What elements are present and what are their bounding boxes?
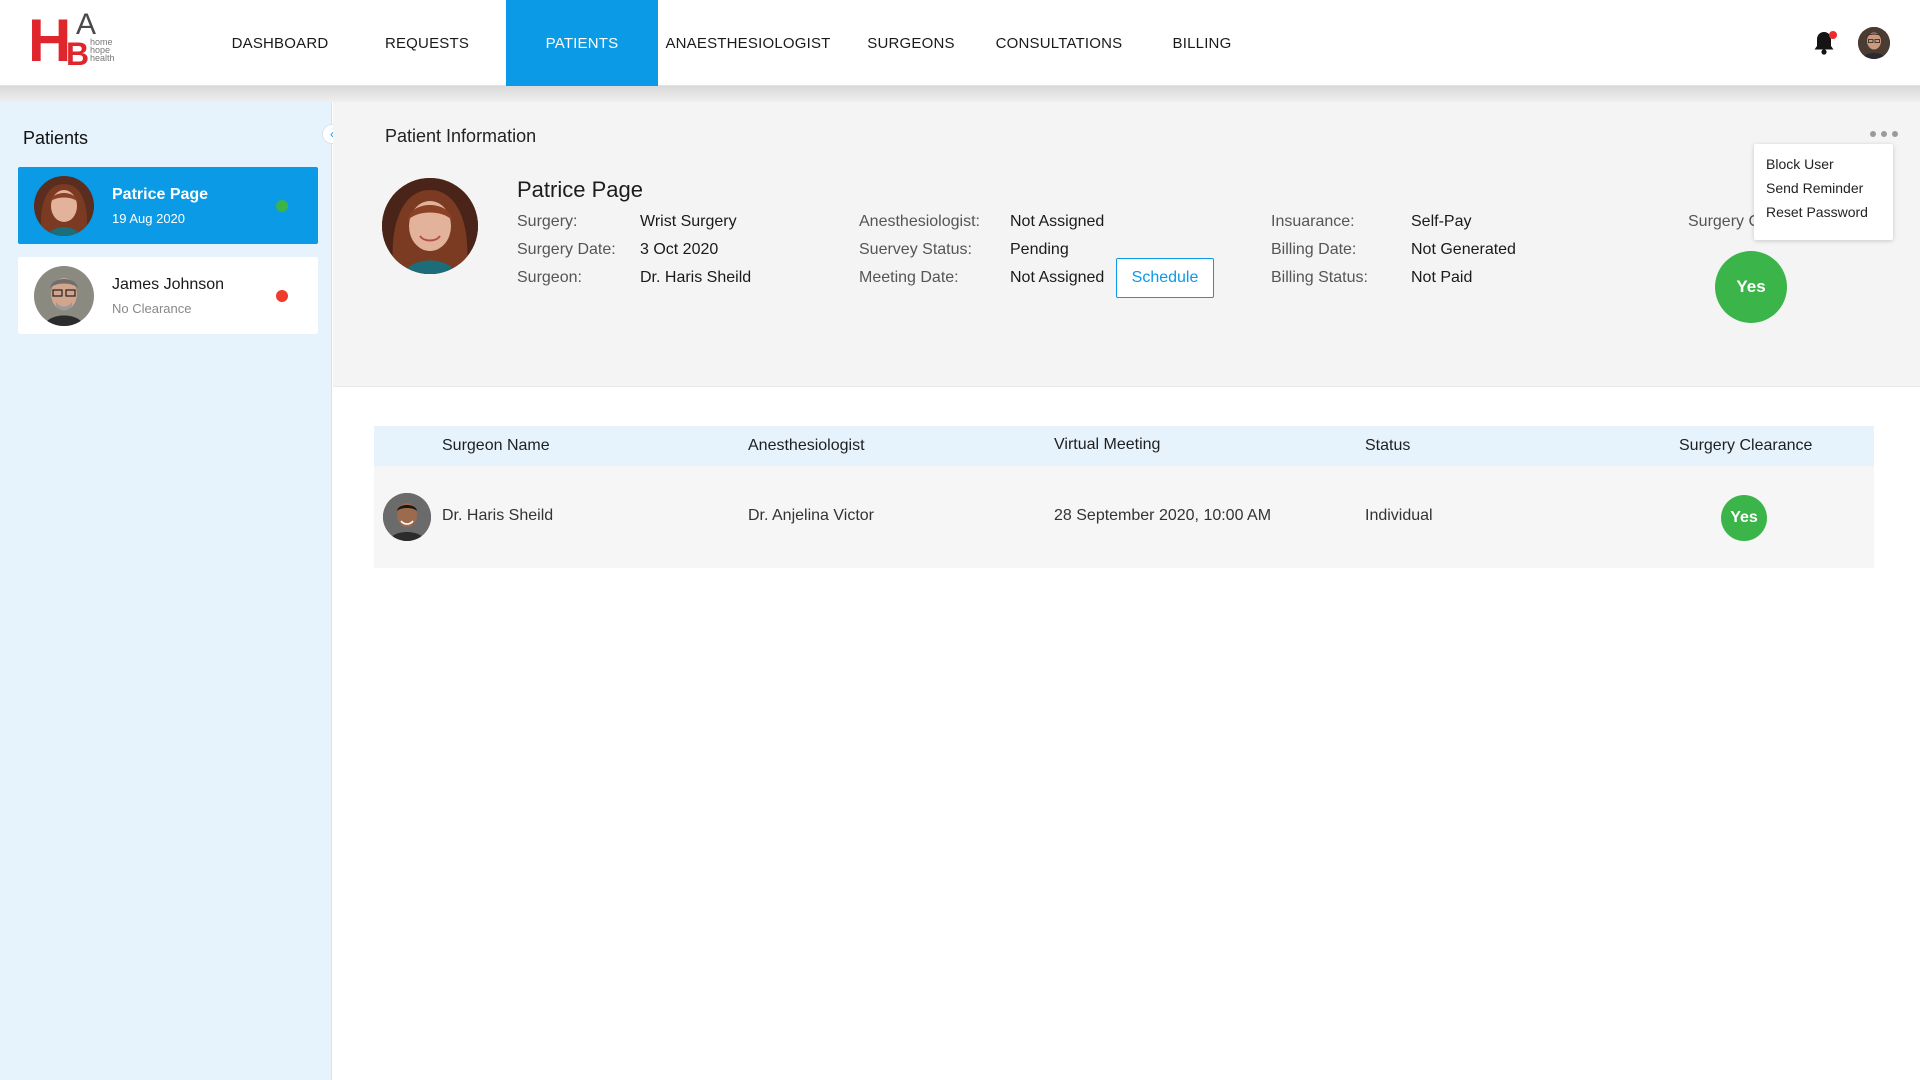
column-header-anesthesiologist[interactable]: Anesthesiologist bbox=[748, 437, 865, 455]
nav-consultations[interactable]: CONSULTATIONS bbox=[988, 0, 1130, 86]
menu-item-reset-password[interactable]: Reset Password bbox=[1766, 204, 1868, 220]
sidebar-title: Patients bbox=[23, 128, 89, 148]
nav-anaesthesiologist[interactable]: ANAESTHESIOLOGIST bbox=[664, 0, 832, 86]
menu-item-block-user[interactable]: Block User bbox=[1766, 156, 1834, 172]
column-header-status[interactable]: Status bbox=[1365, 437, 1410, 455]
insurance-label: Insuarance: bbox=[1271, 213, 1355, 230]
surgeon-label: Surgeon: bbox=[517, 269, 582, 286]
menu-item-send-reminder[interactable]: Send Reminder bbox=[1766, 180, 1863, 196]
surgeon-value: Dr. Haris Sheild bbox=[640, 269, 752, 286]
status-dot bbox=[276, 200, 288, 212]
patient-name: Patrice Page bbox=[112, 186, 209, 203]
nav-dashboard[interactable]: DASHBOARD bbox=[215, 0, 345, 86]
patient-card-patrice-page[interactable]: Patrice Page 19 Aug 2020 bbox=[18, 167, 318, 244]
status-dot bbox=[276, 290, 288, 302]
anesthesiologist-value: Not Assigned bbox=[1010, 213, 1105, 230]
patient-avatar bbox=[34, 176, 94, 236]
patient-subtitle: 19 Aug 2020 bbox=[112, 211, 186, 226]
insurance-value: Self-Pay bbox=[1411, 213, 1472, 230]
section-title: Patient Information bbox=[385, 126, 537, 146]
nav-surgeons[interactable]: SURGEONS bbox=[858, 0, 964, 86]
actions-menu: Block User Send Reminder Reset Password bbox=[1754, 144, 1893, 240]
anesthesiologist-label: Anesthesiologist: bbox=[859, 213, 980, 230]
patients-sidebar: Patients Patrice Page 19 Aug 2020 James … bbox=[0, 102, 332, 1080]
meeting-date-value: Not Assigned bbox=[1010, 269, 1105, 286]
survey-status-label: Suervey Status: bbox=[859, 241, 972, 258]
logo-letter-h: H bbox=[28, 7, 71, 74]
virtual-meeting-cell: 28 September 2020, 10:00 AM bbox=[1054, 507, 1272, 524]
patient-name-heading: Patrice Page bbox=[517, 177, 643, 202]
nav-patients[interactable]: PATIENTS bbox=[506, 0, 658, 86]
patient-photo bbox=[382, 178, 478, 274]
logo-letter-b: B bbox=[66, 36, 90, 72]
column-header-surgery-clearance[interactable]: Surgery Clearance bbox=[1679, 437, 1812, 455]
patient-name: James Johnson bbox=[112, 276, 225, 293]
patient-subtitle: No Clearance bbox=[112, 301, 192, 316]
column-header-surgeon-name[interactable]: Surgeon Name bbox=[442, 437, 550, 455]
surgery-label: Surgery: bbox=[517, 213, 578, 230]
patient-card-james-johnson[interactable]: James Johnson No Clearance bbox=[18, 257, 318, 334]
clearance-badge: Yes bbox=[1721, 495, 1767, 541]
app-logo[interactable]: H A B home hope health bbox=[28, 7, 124, 74]
surgery-date-label: Surgery Date: bbox=[517, 241, 616, 258]
user-avatar[interactable] bbox=[1858, 27, 1890, 59]
nav-requests[interactable]: REQUESTS bbox=[362, 0, 492, 86]
surgeon-avatar bbox=[383, 493, 431, 541]
top-navbar: H A B home hope health DASHBOARD REQUESTS … bbox=[0, 0, 1920, 86]
survey-status-value: Pending bbox=[1010, 241, 1069, 258]
surgery-clearance-label: Surgery C bbox=[1688, 213, 1761, 230]
navbar-shadow bbox=[0, 86, 1920, 102]
logo-tagline: home hope health bbox=[90, 37, 115, 63]
surgery-date-value: 3 Oct 2020 bbox=[640, 241, 719, 258]
more-horizontal-icon[interactable] bbox=[1870, 130, 1898, 138]
billing-date-value: Not Generated bbox=[1411, 241, 1516, 258]
billing-status-value: Not Paid bbox=[1411, 269, 1473, 286]
table-header: Surgeon Name Anesthesiologist Virtual Me… bbox=[374, 426, 1874, 466]
surgeon-name-cell: Dr. Haris Sheild bbox=[442, 507, 554, 524]
billing-status-label: Billing Status: bbox=[1271, 269, 1368, 286]
consultations-table: Surgeon Name Anesthesiologist Virtual Me… bbox=[374, 426, 1874, 568]
table-row[interactable]: Dr. Haris Sheild Dr. Anjelina Victor 28 … bbox=[374, 466, 1874, 568]
notification-dot bbox=[1829, 31, 1837, 39]
schedule-button[interactable]: Schedule bbox=[1116, 258, 1214, 298]
meeting-date-label: Meeting Date: bbox=[859, 269, 959, 286]
column-header-virtual-meeting[interactable]: Virtual Meeting bbox=[1054, 436, 1160, 454]
surgery-value: Wrist Surgery bbox=[640, 213, 737, 230]
patient-info-panel: Patient Information Patrice Page Surgery… bbox=[333, 102, 1920, 387]
surgery-clearance-badge: Yes bbox=[1715, 251, 1787, 323]
status-cell: Individual bbox=[1365, 507, 1433, 524]
patient-avatar bbox=[34, 266, 94, 326]
billing-date-label: Billing Date: bbox=[1271, 241, 1357, 258]
nav-billing[interactable]: BILLING bbox=[1160, 0, 1244, 86]
anesthesiologist-cell: Dr. Anjelina Victor bbox=[748, 507, 874, 524]
